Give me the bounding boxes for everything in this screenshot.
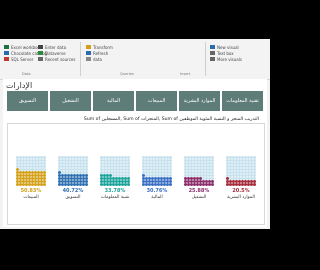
text-box-icon: [210, 51, 215, 55]
nav-button-it[interactable]: تقنية المعلومات: [222, 91, 263, 111]
kpi-label: المالية: [151, 195, 163, 200]
dot: [85, 183, 88, 186]
chart-icon: [210, 45, 215, 49]
transform-icon: [86, 45, 91, 49]
page-title: الإدارات: [6, 81, 33, 90]
kpi-percent: 40.72%: [62, 188, 84, 194]
group-name: Data: [22, 72, 31, 76]
dot-grid: [142, 156, 172, 186]
nav-button-sales[interactable]: المبيعات: [136, 91, 177, 111]
database-icon: [4, 57, 9, 61]
dot: [127, 183, 130, 186]
dot-grid: [100, 156, 130, 186]
dataverse-icon: [38, 51, 43, 55]
ribbon: Excel workbook Chocolate catalog SQL Ser…: [0, 39, 270, 80]
more-icon: [210, 57, 215, 61]
table-icon: [38, 45, 43, 49]
dot: [211, 183, 214, 186]
dot-grid: [226, 156, 256, 186]
refresh-icon: [86, 51, 91, 55]
kpi-card[interactable]: 40.72% التسويق: [58, 126, 88, 200]
kpi-card[interactable]: 25.88% التشغيل: [184, 126, 214, 200]
kpi-percent: 20.5%: [232, 188, 250, 194]
kpi-percent: 25.88%: [188, 188, 210, 194]
chevron-down-icon: [86, 57, 91, 61]
kpi-card[interactable]: 30.76% المالية: [142, 126, 172, 200]
nav-button-marketing[interactable]: التسويق: [7, 91, 48, 111]
kpi-label: الموارد البشرية: [227, 195, 255, 200]
queries-group: Transform Refresh data: [86, 44, 113, 62]
dot: [43, 183, 46, 186]
report-canvas: الإدارات التسويق التشغيل المالية المبيعا…: [3, 79, 267, 227]
kpi-card[interactable]: 50.83% المبيعات: [16, 126, 46, 200]
ribbon-separator: [80, 42, 81, 76]
kpi-percent: 30.76%: [146, 188, 168, 194]
app-window: Excel workbook Chocolate catalog SQL Ser…: [0, 39, 270, 229]
kpi-label: التسويق: [65, 195, 81, 200]
visual-title: Sum of المسجلين, Sum of المنجزات, Sum of…: [83, 117, 259, 122]
kpi-label: التشغيل: [191, 195, 207, 200]
kpi-card[interactable]: 33.78% تقنية المعلومات: [100, 126, 130, 200]
catalog-icon: [4, 51, 9, 55]
kpi-label: المبيعات: [23, 195, 39, 200]
data-button[interactable]: data: [86, 56, 113, 62]
data-source-group: Enter data Dataverse Recent sources: [38, 44, 75, 62]
kpi-label: تقنية المعلومات: [100, 195, 130, 200]
dot: [169, 183, 172, 186]
more-visuals-button[interactable]: More visuals: [210, 56, 242, 62]
kpi-percent: 50.83%: [20, 188, 42, 194]
insert-group: New visual Text box More visuals: [210, 44, 242, 62]
nav-button-hr[interactable]: الموارد البشرية: [179, 91, 220, 111]
recent-icon: [38, 57, 43, 61]
dot-grid: [58, 156, 88, 186]
ribbon-separator: [205, 42, 206, 76]
kpi-card[interactable]: 20.5% الموارد البشرية: [226, 126, 256, 200]
nav-button-operations[interactable]: التشغيل: [50, 91, 91, 111]
group-name: Queries: [120, 72, 134, 76]
dot: [253, 183, 256, 186]
kpi-percent: 33.78%: [104, 188, 126, 194]
group-name: Insert: [180, 72, 191, 76]
recent-sources-button[interactable]: Recent sources: [38, 56, 75, 62]
dot-grid: [16, 156, 46, 186]
nav-button-finance[interactable]: المالية: [93, 91, 134, 111]
dot-grid: [184, 156, 214, 186]
department-nav: التسويق التشغيل المالية المبيعات الموارد…: [7, 91, 263, 111]
excel-icon: [4, 45, 9, 49]
kpi-panel[interactable]: 50.83% المبيعات 40.72% التسويق 33.78% تقنية ا…: [7, 123, 265, 225]
